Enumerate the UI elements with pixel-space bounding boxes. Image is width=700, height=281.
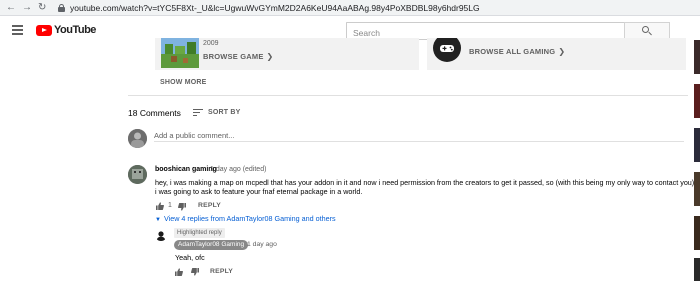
browse-all-gaming-label: BROWSE ALL GAMING ❯ bbox=[469, 47, 565, 56]
reply-button[interactable]: REPLY bbox=[198, 202, 221, 209]
sidebar-video-thumbnail[interactable] bbox=[694, 84, 700, 118]
chevron-right-icon: ❯ bbox=[266, 52, 274, 61]
comment-author[interactable]: booshican gaming bbox=[155, 166, 217, 173]
browse-all-gaming-card[interactable]: BROWSE ALL GAMING ❯ bbox=[427, 38, 686, 70]
search-icon bbox=[642, 26, 652, 36]
view-replies-toggle[interactable]: ▼ View 4 replies from AdamTaylor08 Gaming… bbox=[155, 214, 336, 223]
logo-text: YouTube bbox=[54, 24, 96, 36]
browse-game-card[interactable]: 2009 BROWSE GAME ❯ bbox=[155, 38, 419, 70]
reload-icon[interactable]: ↻ bbox=[38, 1, 46, 15]
forward-arrow-icon[interactable]: → bbox=[22, 1, 32, 15]
lock-icon[interactable] bbox=[58, 4, 65, 12]
reply-button[interactable]: REPLY bbox=[210, 268, 233, 275]
divider bbox=[128, 95, 688, 96]
caret-down-icon: ▼ bbox=[155, 217, 161, 223]
gamepad-icon bbox=[433, 38, 461, 62]
reply-author-avatar[interactable] bbox=[155, 229, 167, 241]
thumbs-down-icon[interactable] bbox=[178, 203, 186, 211]
reply-text: Yeah, ofc bbox=[175, 253, 205, 262]
browse-game-label: BROWSE GAME ❯ bbox=[203, 52, 273, 61]
comment-text-line-2: i was going to ask to feature your fnaf … bbox=[155, 187, 363, 196]
view-replies-text: View 4 replies from AdamTaylor08 Gaming … bbox=[163, 214, 336, 223]
browse-game-text: BROWSE GAME bbox=[203, 52, 264, 61]
comment-timestamp[interactable]: 1 day ago (edited) bbox=[210, 166, 266, 173]
screen: ← → ↻ youtube.com/watch?v=tYC5F8Xt-_U&lc… bbox=[0, 0, 700, 281]
url-field[interactable]: youtube.com/watch?v=tYC5F8Xt-_U&lc=UgwuW… bbox=[70, 2, 480, 14]
add-comment-input[interactable] bbox=[154, 130, 684, 142]
comments-count: 18 Comments bbox=[128, 108, 181, 118]
browse-all-gaming-text: BROWSE ALL GAMING bbox=[469, 47, 556, 56]
chevron-right-icon: ❯ bbox=[558, 47, 566, 56]
like-count: 1 bbox=[168, 202, 172, 209]
back-arrow-icon[interactable]: ← bbox=[6, 1, 16, 15]
show-more-button[interactable]: SHOW MORE bbox=[160, 79, 207, 86]
sort-by-button[interactable]: SORT BY bbox=[208, 109, 241, 116]
user-avatar bbox=[128, 129, 147, 148]
menu-icon[interactable] bbox=[12, 25, 23, 35]
thumbs-down-icon[interactable] bbox=[191, 268, 199, 276]
sidebar-video-thumbnail[interactable] bbox=[694, 128, 700, 162]
browser-address-bar: ← → ↻ youtube.com/watch?v=tYC5F8Xt-_U&lc… bbox=[0, 0, 700, 16]
game-thumbnail bbox=[161, 38, 199, 68]
sidebar-video-thumbnail[interactable] bbox=[694, 216, 700, 250]
commenter-avatar[interactable] bbox=[128, 165, 147, 184]
thumbs-up-icon[interactable] bbox=[175, 268, 183, 276]
reply-author-badge[interactable]: AdamTaylor08 Gaming bbox=[174, 240, 249, 250]
reply-timestamp[interactable]: 1 day ago bbox=[247, 241, 277, 248]
game-year: 2009 bbox=[203, 40, 219, 47]
sidebar-video-thumbnail[interactable] bbox=[694, 258, 700, 281]
youtube-logo-icon bbox=[36, 25, 52, 36]
thumbs-up-icon[interactable] bbox=[156, 202, 164, 210]
comment-text-line-1: hey, i was making a map on mcpedl that h… bbox=[155, 178, 695, 187]
sort-icon[interactable] bbox=[193, 109, 203, 117]
sidebar-video-thumbnail[interactable] bbox=[694, 172, 700, 206]
highlighted-reply-badge: Highlighted reply bbox=[174, 228, 225, 238]
sidebar-video-thumbnail[interactable] bbox=[694, 40, 700, 74]
